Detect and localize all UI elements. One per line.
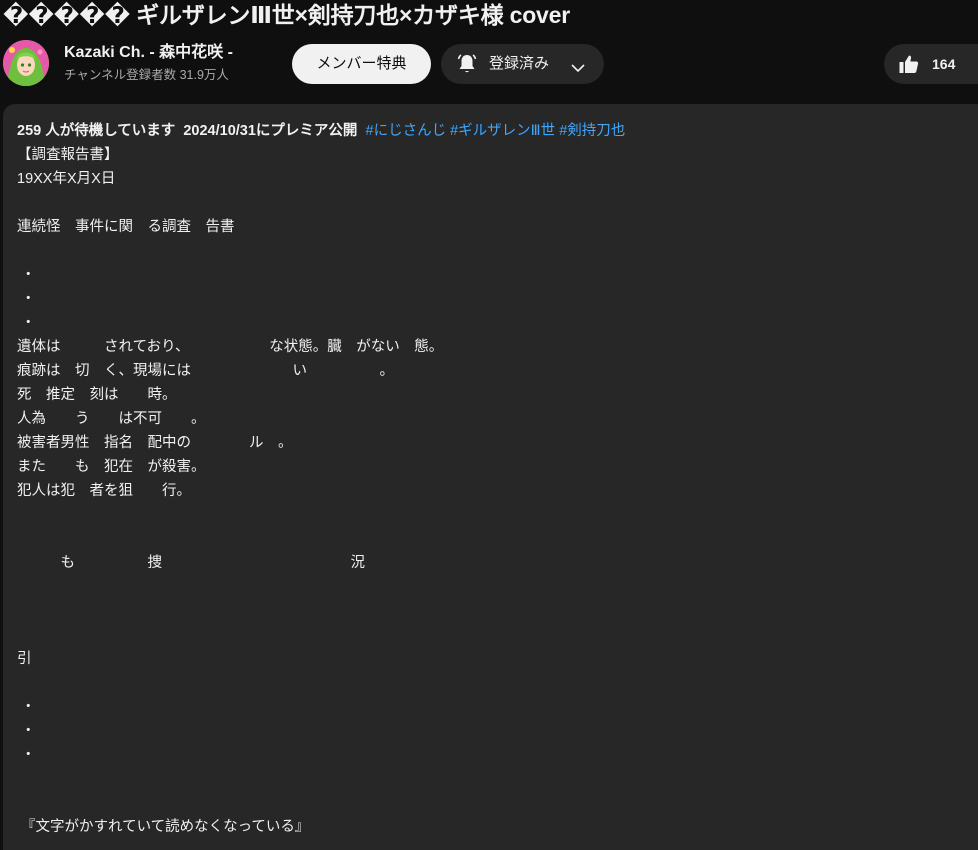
like-count: 164 — [932, 56, 956, 72]
hashtag-link[interactable]: #ギルザレンⅢ世 — [450, 123, 555, 139]
channel-name[interactable]: Kazaki Ch. - 森中花咲 - — [64, 43, 233, 63]
chevron-down-icon — [568, 54, 588, 74]
video-title: ����� ギルザレンⅢ世×剣持刀也×カザキ様 cover — [3, 2, 570, 28]
subscriber-count: チャンネル登録者数 31.9万人 — [64, 68, 229, 82]
description-meta: 259 人が待機しています 2024/10/31にプレミア公開 #にじさんじ #… — [17, 119, 625, 143]
thumbs-up-icon — [898, 53, 920, 75]
subscribed-label: 登録済み — [489, 55, 550, 72]
description-body: 【調査報告書】 19XX年X月X日 連続怪 事件に関 る調査 告書 ・ ・ ・ … — [17, 147, 444, 835]
hashtag-link[interactable]: #にじさんじ — [366, 123, 447, 139]
subscribed-button[interactable]: 登録済み — [441, 44, 604, 84]
channel-row: Kazaki Ch. - 森中花咲 - チャンネル登録者数 31.9万人 メンバ… — [0, 38, 978, 88]
like-button[interactable]: 164 — [884, 44, 978, 84]
waiting-count: 259 人が待機しています — [17, 123, 176, 139]
bell-icon — [455, 52, 479, 76]
description-panel[interactable]: 259 人が待機しています 2024/10/31にプレミア公開 #にじさんじ #… — [3, 104, 978, 850]
watch-page: ����� ギルザレンⅢ世×剣持刀也×カザキ様 cover Kazaki Ch.… — [0, 0, 978, 850]
hashtag-link[interactable]: #剣持刀也 — [559, 123, 625, 139]
premiere-date: 2024/10/31にプレミア公開 — [183, 123, 358, 139]
channel-avatar[interactable] — [3, 40, 49, 86]
avatar-illustration — [3, 40, 49, 86]
membership-button[interactable]: メンバー特典 — [292, 44, 431, 84]
